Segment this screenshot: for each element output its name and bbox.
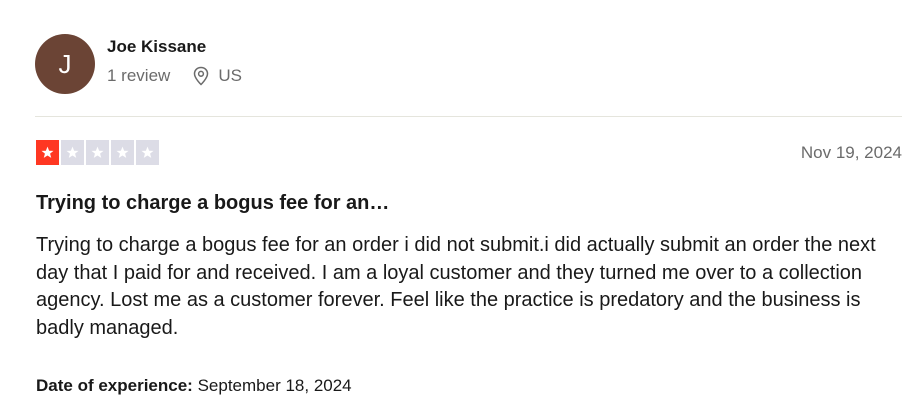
- experience-label: Date of experience:: [36, 376, 193, 395]
- review-date: Nov 19, 2024: [800, 143, 902, 162]
- star-rating: [36, 140, 159, 165]
- review-body: Trying to charge a bogus fee for an orde…: [36, 234, 876, 339]
- reviewer-country: US: [218, 66, 242, 85]
- reviewer-meta: 1 review US: [107, 66, 242, 86]
- reviewer-name[interactable]: Joe Kissane: [107, 37, 206, 57]
- star-icon: [111, 140, 134, 165]
- star-icon: [36, 140, 59, 165]
- review-count: 1 review: [107, 66, 171, 85]
- star-icon: [86, 140, 109, 165]
- star-icon: [61, 140, 84, 165]
- location-pin-icon: [192, 66, 210, 86]
- review-title[interactable]: Trying to charge a bogus fee for an…: [36, 192, 389, 215]
- reviewer-avatar[interactable]: J: [35, 34, 95, 94]
- header-divider: [35, 116, 902, 117]
- star-icon: [136, 140, 159, 165]
- date-of-experience: Date of experience: September 18, 2024: [36, 376, 352, 396]
- experience-date: September 18, 2024: [197, 376, 352, 395]
- avatar-initial: J: [58, 48, 72, 79]
